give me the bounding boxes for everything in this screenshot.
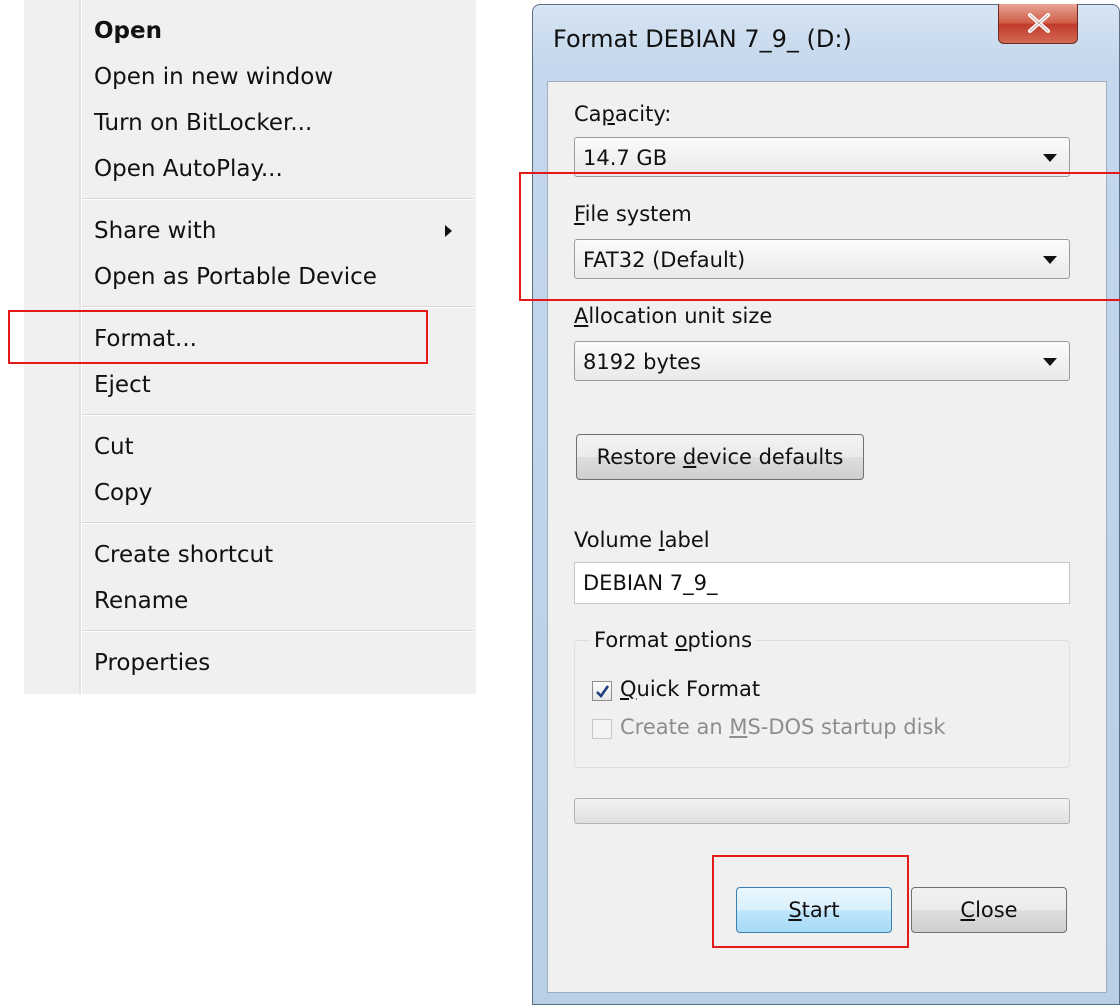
- menu-item-eject[interactable]: Eject: [94, 362, 474, 408]
- dialog-title: Format DEBIAN 7_9_ (D:): [553, 25, 852, 53]
- menu-separator: [82, 306, 474, 308]
- chevron-down-icon: [1043, 154, 1057, 162]
- close-window-button[interactable]: [998, 4, 1078, 44]
- highlight-start-button: [712, 855, 909, 948]
- menu-item-turn-on-bitlocker[interactable]: Turn on BitLocker...: [94, 100, 474, 146]
- menu-item-cut[interactable]: Cut: [94, 424, 474, 470]
- close-x-icon: [1028, 13, 1050, 33]
- format-options-legend: Format options: [590, 628, 757, 652]
- chevron-down-icon: [1043, 358, 1057, 366]
- msdos-startup-label: Create an MS-DOS startup disk: [620, 715, 946, 739]
- close-button[interactable]: Close: [911, 887, 1067, 933]
- menu-item-open-autoplay[interactable]: Open AutoPlay...: [94, 146, 474, 192]
- capacity-value: 14.7 GB: [583, 146, 668, 170]
- volume-label-value: DEBIAN 7_9_: [583, 571, 718, 595]
- submenu-arrow-icon: [445, 225, 452, 237]
- msdos-startup-checkbox: [592, 719, 612, 739]
- quick-format-checkbox[interactable]: [592, 681, 612, 701]
- menu-item-open-as-portable-device[interactable]: Open as Portable Device: [94, 254, 474, 300]
- volume-label-input[interactable]: DEBIAN 7_9_: [574, 562, 1070, 604]
- menu-item-open[interactable]: Open: [94, 8, 474, 54]
- menu-item-share-with[interactable]: Share with: [94, 208, 474, 254]
- menu-separator: [82, 198, 474, 200]
- format-progress-bar: [574, 798, 1070, 824]
- menu-separator: [82, 414, 474, 416]
- allocation-unit-label: Allocation unit size: [574, 304, 773, 328]
- menu-item-create-shortcut[interactable]: Create shortcut: [94, 532, 474, 578]
- highlight-format-menu-item: [8, 310, 428, 364]
- volume-label-label: Volume label: [574, 528, 710, 552]
- highlight-file-system: [519, 172, 1120, 301]
- capacity-label: Capacity:: [574, 102, 672, 126]
- menu-item-copy[interactable]: Copy: [94, 470, 474, 516]
- checkmark-icon: [596, 685, 610, 699]
- format-options-group: [574, 640, 1070, 768]
- menu-separator: [82, 630, 474, 632]
- menu-item-properties[interactable]: Properties: [94, 640, 474, 686]
- menu-item-open-in-new-window[interactable]: Open in new window: [94, 54, 474, 100]
- menu-item-rename[interactable]: Rename: [94, 578, 474, 624]
- allocation-unit-value: 8192 bytes: [583, 350, 701, 374]
- allocation-unit-select[interactable]: 8192 bytes: [574, 341, 1070, 381]
- restore-device-defaults-button[interactable]: Restore device defaults: [576, 434, 864, 480]
- capacity-select[interactable]: 14.7 GB: [574, 137, 1070, 177]
- quick-format-label[interactable]: Quick Format: [620, 677, 760, 701]
- menu-separator: [82, 522, 474, 524]
